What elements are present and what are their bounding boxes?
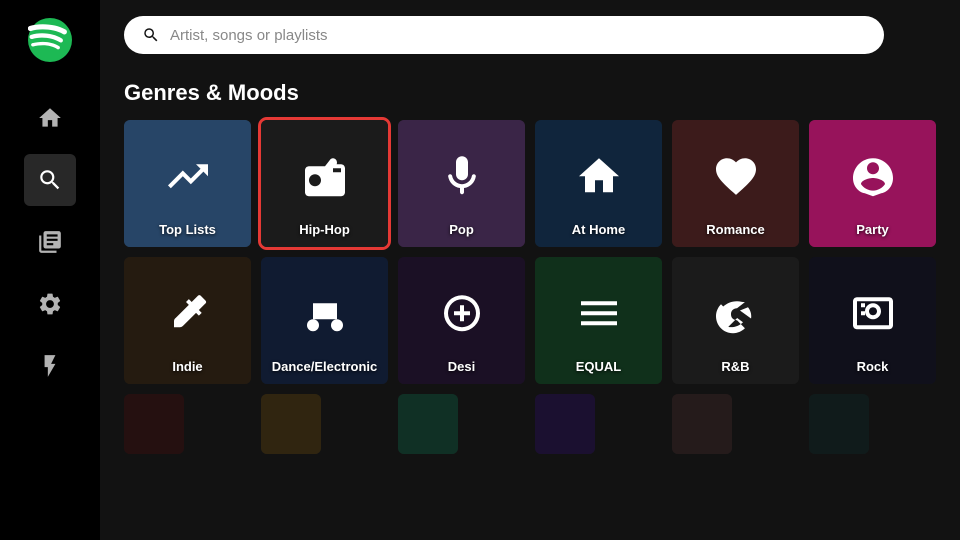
card-dance[interactable]: Dance/Electronic [261,257,388,384]
main-content: Genres & Moods Top Lists Hip-Hop [100,0,960,540]
genre-grid-row1: Top Lists Hip-Hop Pop [124,120,936,247]
amp-icon [849,289,897,342]
home-card-icon [575,152,623,205]
search-bar-icon [142,26,160,44]
topbar [100,0,960,70]
sidebar-library-button[interactable] [24,216,76,268]
guitar-icon [164,289,212,342]
card-at-home-label: At Home [535,216,662,247]
mic-icon [438,152,486,205]
card-hip-hop-label: Hip-Hop [261,216,388,247]
card-rock[interactable]: Rock [809,257,936,384]
card-indie-label: Indie [124,353,251,384]
search-input[interactable] [170,27,866,44]
card-equal[interactable]: EQUAL [535,257,662,384]
equal-icon [575,289,623,342]
card-romance-label: Romance [672,216,799,247]
search-bar[interactable] [124,16,884,54]
genre-grid-row2: Indie Dance/Electronic Desi [124,257,936,384]
genre-grid-row3 [124,394,936,454]
radio-icon [301,152,349,205]
card-party[interactable]: Party [809,120,936,247]
sitar-icon [438,289,486,342]
glasses-icon [712,289,760,342]
card-row3-4[interactable] [535,394,595,454]
card-pop[interactable]: Pop [398,120,525,247]
card-rb-label: R&B [672,353,799,384]
card-dance-label: Dance/Electronic [261,353,388,384]
card-at-home[interactable]: At Home [535,120,662,247]
trending-icon [164,152,212,205]
library-icon [37,229,63,255]
card-row3-3[interactable] [398,394,458,454]
card-row3-1[interactable] [124,394,184,454]
spotify-logo[interactable] [28,18,72,62]
sidebar-whatsnew-button[interactable] [24,340,76,392]
sidebar [0,0,100,540]
dj-icon [301,289,349,342]
card-hip-hop[interactable]: Hip-Hop [261,120,388,247]
sidebar-home-button[interactable] [24,92,76,144]
card-equal-label: EQUAL [535,353,662,384]
card-row3-6[interactable] [809,394,869,454]
card-romance[interactable]: Romance [672,120,799,247]
search-icon [37,167,63,193]
card-top-lists[interactable]: Top Lists [124,120,251,247]
card-desi[interactable]: Desi [398,257,525,384]
card-row3-2[interactable] [261,394,321,454]
sidebar-settings-button[interactable] [24,278,76,330]
card-rb[interactable]: R&B [672,257,799,384]
sidebar-search-button[interactable] [24,154,76,206]
card-rock-label: Rock [809,353,936,384]
lightning-icon [37,353,63,379]
card-row3-5[interactable] [672,394,732,454]
party-icon [849,152,897,205]
content-area: Genres & Moods Top Lists Hip-Hop [100,70,960,540]
card-top-lists-label: Top Lists [124,216,251,247]
card-indie[interactable]: Indie [124,257,251,384]
heart-icon [712,152,760,205]
card-desi-label: Desi [398,353,525,384]
section-title: Genres & Moods [124,80,936,106]
settings-icon [37,291,63,317]
card-pop-label: Pop [398,216,525,247]
card-party-label: Party [809,216,936,247]
home-icon [37,105,63,131]
